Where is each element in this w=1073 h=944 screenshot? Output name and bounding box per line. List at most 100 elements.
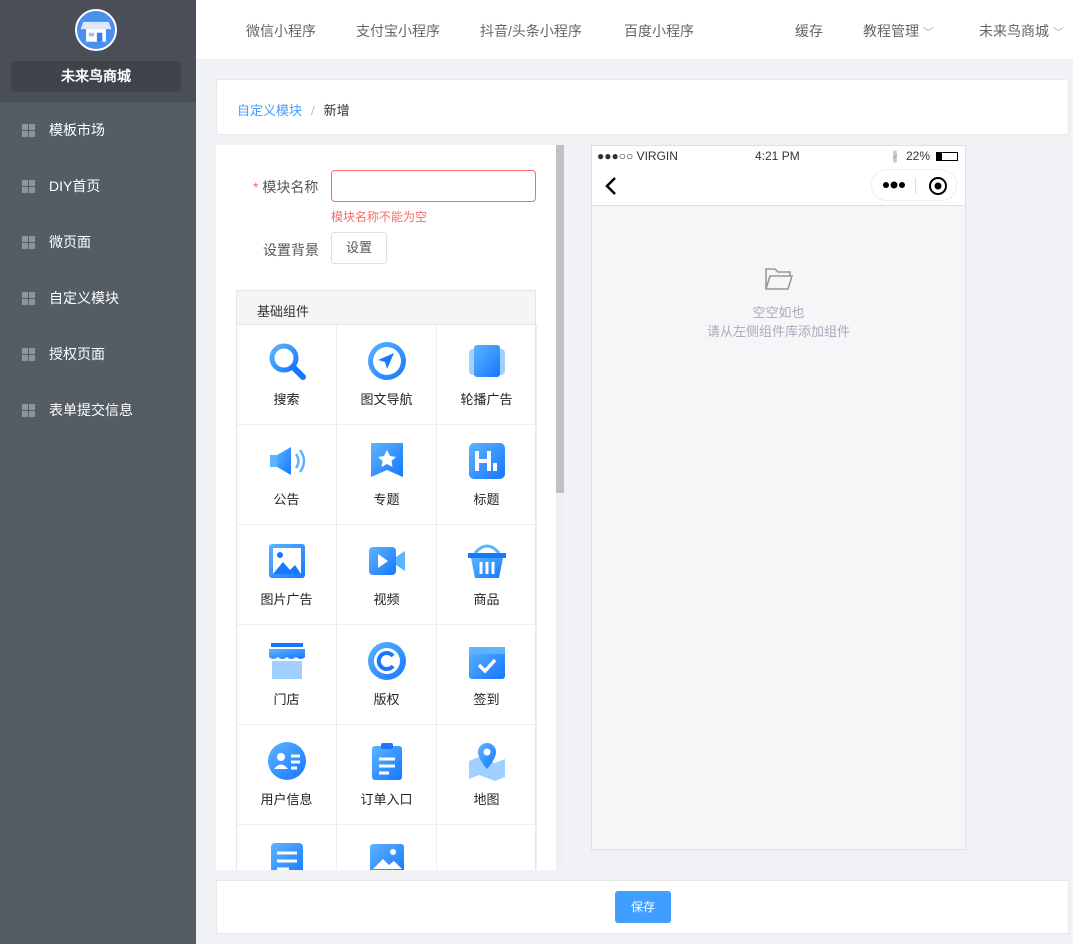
image-icon [268, 544, 305, 578]
component-label: 订单入口 [360, 792, 413, 807]
component-calendar-check[interactable]: 签到 [437, 625, 537, 725]
sidebar-item-label: 自定义模块 [49, 290, 119, 306]
more-icon[interactable] [882, 180, 906, 190]
required-mark: * [253, 179, 259, 195]
component-heading[interactable]: 标题 [437, 425, 537, 525]
component-label: 版权 [373, 692, 400, 707]
component-star-bookmark[interactable]: 专题 [337, 425, 437, 525]
component-store[interactable]: 门店 [237, 625, 337, 725]
tab-baidu[interactable]: 百度小程序 [624, 21, 694, 41]
shop-menu[interactable]: 未来鸟商城 ﹀ [979, 21, 1064, 41]
battery-level: 22% [906, 149, 931, 163]
breadcrumb-parent[interactable]: 自定义模块 [237, 103, 302, 118]
component-copyright[interactable]: 版权 [337, 625, 437, 725]
carrier: ●●●○○ VIRGIN [597, 149, 678, 163]
component-group-title: 基础组件 [237, 291, 535, 325]
grid-icon [22, 403, 35, 417]
top-nav: 微信小程序 支付宝小程序 抖音/头条小程序 百度小程序 缓存 教程管理 ﹀ 未来… [196, 0, 1073, 59]
empty-hint: 请从左侧组件库添加组件 [706, 324, 850, 339]
sidebar-item[interactable]: DIY首页 [0, 158, 196, 214]
breadcrumb-current: 新增 [323, 103, 350, 118]
star-bookmark-icon [370, 443, 403, 477]
clipboard-icon [371, 743, 402, 780]
component-search[interactable]: 搜索 [237, 325, 337, 425]
component-navigation[interactable]: 图文导航 [337, 325, 437, 425]
module-name-input[interactable] [331, 170, 536, 202]
heading-icon [468, 443, 505, 479]
copyright-icon [367, 642, 406, 680]
folder-icon [764, 268, 793, 290]
component-label: 图片广告 [260, 592, 313, 607]
component-label: 门店 [273, 692, 300, 707]
tutorial-menu[interactable]: 教程管理 ﹀ [863, 21, 934, 41]
sidebar-item-label: 模板市场 [49, 122, 105, 138]
name-label: * 模块名称 [253, 177, 318, 197]
component-user-card[interactable]: 用户信息 [237, 725, 337, 825]
close-target-icon[interactable] [928, 176, 948, 196]
gallery-icon [369, 844, 404, 870]
bluetooth-icon: ∦ [892, 149, 898, 163]
component-label: 用户信息 [260, 792, 313, 807]
breadcrumb-separator: / [311, 103, 315, 118]
tab-alipay[interactable]: 支付宝小程序 [356, 21, 440, 41]
set-background-button[interactable]: 设置 [331, 232, 387, 264]
store-icon [268, 643, 305, 679]
back-icon[interactable] [604, 176, 618, 196]
empty-cell [437, 825, 537, 870]
calendar-check-icon [468, 647, 505, 679]
name-error: 模块名称不能为空 [331, 210, 428, 224]
sidebar-item[interactable]: 授权页面 [0, 326, 196, 382]
sidebar-item[interactable]: 微页面 [0, 214, 196, 270]
scrollbar[interactable] [556, 145, 565, 870]
component-label: 商品 [473, 592, 500, 607]
component-label: 地图 [473, 792, 500, 807]
video-icon [368, 547, 405, 575]
component-label: 轮播广告 [460, 392, 513, 407]
tab-douyin[interactable]: 抖音/头条小程序 [480, 21, 582, 41]
shop-logo [75, 9, 117, 51]
component-video[interactable]: 视频 [337, 525, 437, 625]
clock: 4:21 PM [755, 149, 800, 163]
navigation-icon [367, 342, 406, 380]
capsule-menu[interactable] [871, 169, 957, 201]
component-speaker[interactable]: 公告 [237, 425, 337, 525]
sidebar-item[interactable]: 表单提交信息 [0, 382, 196, 438]
sidebar-item[interactable]: 模板市场 [0, 102, 196, 158]
sidebar-item[interactable]: 自定义模块 [0, 270, 196, 326]
sidebar-item-label: 授权页面 [49, 346, 105, 362]
chevron-down-icon: ﹀ [1052, 27, 1064, 39]
sidebar: 未来鸟商城 模板市场 DIY首页 微页面 自定义模块 授权页面 表单提交信息 [0, 0, 196, 944]
footer-bar: 保存 [216, 880, 1069, 934]
cache-link[interactable]: 缓存 [795, 21, 823, 41]
component-map-pin[interactable]: 地图 [437, 725, 537, 825]
empty-title: 空空如也 [752, 305, 805, 320]
save-button[interactable]: 保存 [615, 891, 671, 923]
component-basket[interactable]: 商品 [437, 525, 537, 625]
component-label: 视频 [373, 592, 400, 607]
grid-icon [22, 123, 35, 137]
component-label: 图文导航 [360, 392, 413, 407]
component-label: 标题 [473, 492, 500, 507]
component-image-gallery[interactable] [337, 825, 437, 870]
component-label: 专题 [373, 492, 400, 507]
status-bar: ●●●○○ VIRGIN 4:21 PM ∦ 22% [592, 146, 965, 166]
sidebar-item-label: 微页面 [49, 234, 91, 250]
component-label: 搜索 [273, 392, 300, 407]
phone-nav-bar [592, 166, 965, 206]
background-label: 设置背景 [263, 242, 319, 258]
grid-icon [22, 179, 35, 193]
editor-panel: * 模块名称 模块名称不能为空 设置背景 设置 基础组件 搜索 图文导航 轮播广告公… [216, 145, 556, 870]
grid-icon [22, 291, 35, 305]
tab-wechat[interactable]: 微信小程序 [246, 21, 316, 41]
component-carousel[interactable]: 轮播广告 [437, 325, 537, 425]
user-card-icon [267, 742, 306, 780]
component-image[interactable]: 图片广告 [237, 525, 337, 625]
battery-icon [936, 152, 958, 161]
component-library: 基础组件 搜索 图文导航 轮播广告公告 专题 标题图片广告 视频 商品门店 版权 签到用户信息 订… [236, 290, 537, 870]
sidebar-item-label: 表单提交信息 [49, 402, 133, 418]
component-rich-text[interactable] [237, 825, 337, 870]
component-clipboard[interactable]: 订单入口 [337, 725, 437, 825]
empty-state: 空空如也 请从左侧组件库添加组件 [592, 266, 965, 341]
chevron-down-icon: ﹀ [922, 27, 934, 39]
sidebar-item-label: DIY首页 [49, 178, 101, 194]
